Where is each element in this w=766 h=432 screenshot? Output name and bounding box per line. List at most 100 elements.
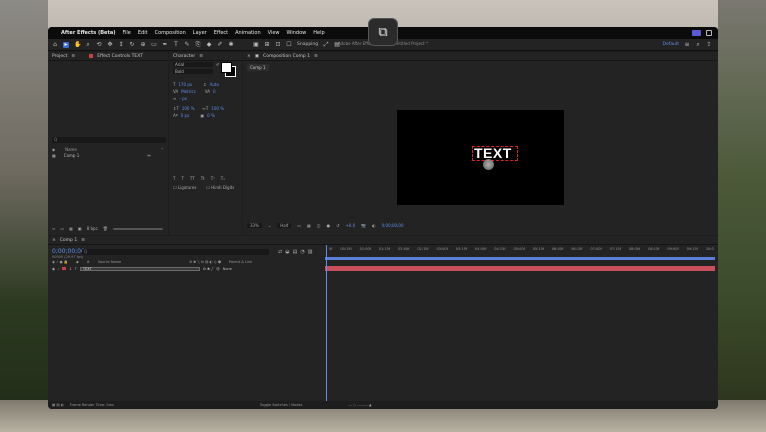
pan-behind-tool-icon[interactable]: ⊕: [140, 41, 146, 48]
label-column-icon[interactable]: ◆: [52, 147, 55, 152]
world-axis-icon[interactable]: ⊞: [264, 41, 270, 48]
draft-3d-icon[interactable]: ⇄: [278, 249, 282, 255]
local-axis-icon[interactable]: ▣: [253, 41, 259, 48]
magnification-select[interactable]: 33%: [247, 223, 262, 228]
parent-pick-whip-icon[interactable]: @: [216, 267, 220, 271]
snap-target-icon[interactable]: ▤: [334, 41, 340, 48]
stroke-width-value[interactable]: - px: [179, 96, 187, 101]
menu-file[interactable]: File: [123, 30, 131, 36]
new-folder-icon[interactable]: ▭: [60, 226, 64, 231]
frame-blend-icon[interactable]: ▤: [293, 249, 298, 255]
rotate-tool-icon[interactable]: ↻: [129, 41, 135, 48]
screen-share-icon[interactable]: [692, 30, 701, 36]
horizontal-scale-value[interactable]: 100 %: [211, 106, 224, 111]
show-channel-icon[interactable]: ◐: [372, 223, 376, 228]
close-icon[interactable]: ×: [247, 54, 251, 59]
workspace-menu-icon[interactable]: ≡: [684, 41, 690, 48]
fill-stroke-color[interactable]: [221, 62, 236, 77]
menu-help[interactable]: Help: [313, 30, 324, 36]
pan-tool-icon[interactable]: ✥: [107, 41, 113, 48]
graph-editor-icon[interactable]: ▨: [308, 249, 313, 255]
type-tool-icon[interactable]: T: [173, 41, 179, 48]
share-icon[interactable]: ⇪: [706, 41, 712, 48]
time-ruler[interactable]: 0f 00:15f 01:00f 01:15f 02:00f 02:15f 03:00f 03…: [325, 245, 718, 257]
thumbnail-size-slider[interactable]: [112, 227, 163, 230]
motion-blur-icon[interactable]: ◔: [300, 249, 304, 255]
parent-link-header[interactable]: Parent & Link: [229, 260, 252, 264]
workspace-default[interactable]: Default: [663, 42, 679, 47]
home-icon[interactable]: ⌂: [52, 41, 58, 48]
tab-composition[interactable]: Composition Comp 1: [263, 54, 310, 59]
control-center-icon[interactable]: [706, 30, 712, 36]
resolution-select[interactable]: Half: [277, 223, 292, 228]
work-area-bar[interactable]: [325, 257, 715, 260]
current-time-value[interactable]: 0;00;00;00: [382, 223, 404, 228]
menu-app-name[interactable]: After Effects (Beta): [61, 30, 116, 36]
color-channel-icon[interactable]: ●: [327, 223, 331, 228]
timeline-current-time[interactable]: 0;00;00;00: [52, 248, 85, 255]
leading-value[interactable]: Auto: [210, 82, 219, 87]
tracking-value[interactable]: 0: [213, 89, 216, 94]
hand-tool-icon[interactable]: ✋: [74, 41, 81, 48]
exposure-value[interactable]: +0.0: [345, 223, 355, 228]
ligatures-checkbox[interactable]: ☐ Ligatures: [173, 185, 196, 190]
close-icon[interactable]: ×: [52, 238, 56, 243]
comp-navigator-tab[interactable]: Comp 1: [247, 64, 269, 71]
puppet-tool-icon[interactable]: ✱: [228, 41, 234, 48]
timeline-search-input[interactable]: Q: [82, 249, 269, 255]
sort-icon[interactable]: ⌃: [161, 147, 164, 152]
view-axis-icon[interactable]: ⊡: [275, 41, 281, 48]
search-help-icon[interactable]: ⌕: [695, 41, 701, 48]
exit-picture-in-picture-button[interactable]: ⧉: [368, 18, 398, 46]
clone-stamp-tool-icon[interactable]: ⎘: [195, 41, 201, 48]
reset-exposure-icon[interactable]: ↺: [336, 223, 339, 228]
brush-tool-icon[interactable]: ✎: [184, 41, 190, 48]
baseline-shift-value[interactable]: 0 px: [181, 113, 190, 118]
pen-tool-icon[interactable]: ✒: [162, 41, 168, 48]
panel-menu-icon[interactable]: ≡: [71, 54, 75, 59]
new-comp-icon[interactable]: ▦: [69, 226, 73, 231]
shy-icon[interactable]: ◒: [285, 249, 289, 255]
transparency-grid-icon[interactable]: ▦: [307, 223, 311, 228]
kerning-value[interactable]: Metrics: [181, 89, 196, 94]
source-name-header[interactable]: Source Name: [98, 260, 121, 264]
tsume-value[interactable]: 0 %: [207, 113, 215, 118]
tab-timeline[interactable]: Comp 1: [60, 238, 77, 243]
project-item-comp[interactable]: ▦ Comp 1 ⚯: [52, 153, 151, 158]
font-family-select[interactable]: Arial: [173, 62, 213, 67]
flowchart-icon[interactable]: ⚯: [147, 153, 150, 158]
zoom-tool-icon[interactable]: ⌕: [85, 41, 91, 48]
menu-composition[interactable]: Composition: [155, 30, 186, 36]
orbit-tool-icon[interactable]: ⟲: [96, 41, 102, 48]
snapping-checkbox-icon[interactable]: ☐: [286, 41, 292, 48]
selection-tool-icon[interactable]: ▸: [63, 41, 69, 48]
layer-switches[interactable]: ⚙ ✱ ╱: [203, 267, 213, 271]
menu-animation[interactable]: Animation: [235, 30, 261, 36]
composition-viewer[interactable]: TEXT: [397, 110, 564, 205]
panel-menu-icon[interactable]: ≡: [81, 238, 85, 243]
dolly-tool-icon[interactable]: ↕: [118, 41, 124, 48]
layer-duration-bar[interactable]: [325, 266, 715, 271]
menu-window[interactable]: Window: [287, 30, 307, 36]
snapshot-icon[interactable]: 📷: [361, 223, 366, 228]
fill-color-swatch[interactable]: [221, 62, 232, 73]
interpret-footage-icon[interactable]: ⇨: [52, 226, 55, 231]
layer-row[interactable]: ◉ › 1 T TEXT ⚙ ✱ ╱ @ None: [52, 266, 322, 271]
expand-arrow-icon[interactable]: ›: [58, 267, 59, 271]
lock-icon[interactable]: ▣: [255, 54, 259, 59]
menu-layer[interactable]: Layer: [193, 30, 207, 36]
menu-edit[interactable]: Edit: [138, 30, 148, 36]
roto-brush-tool-icon[interactable]: ✐: [217, 41, 223, 48]
parent-select[interactable]: None: [223, 267, 232, 271]
text-layer-preview[interactable]: TEXT: [472, 145, 518, 161]
small-caps-button[interactable]: Tt: [201, 176, 205, 181]
comp-mini-icons[interactable]: ▦ ▤ ◐: [52, 403, 64, 407]
hindi-digits-checkbox[interactable]: ☐ Hindi Digits: [206, 185, 234, 190]
name-column-header[interactable]: Name: [65, 147, 77, 152]
snap-options-icon[interactable]: ⤢: [323, 41, 329, 48]
bit-depth-label[interactable]: 8 bpc: [87, 226, 98, 231]
panel-menu-icon[interactable]: ≡: [199, 54, 203, 59]
toggle-switches-modes[interactable]: Toggle Switches / Modes: [260, 403, 303, 407]
superscript-button[interactable]: T¹: [211, 176, 215, 181]
fit-icon[interactable]: ⌄: [268, 223, 271, 228]
